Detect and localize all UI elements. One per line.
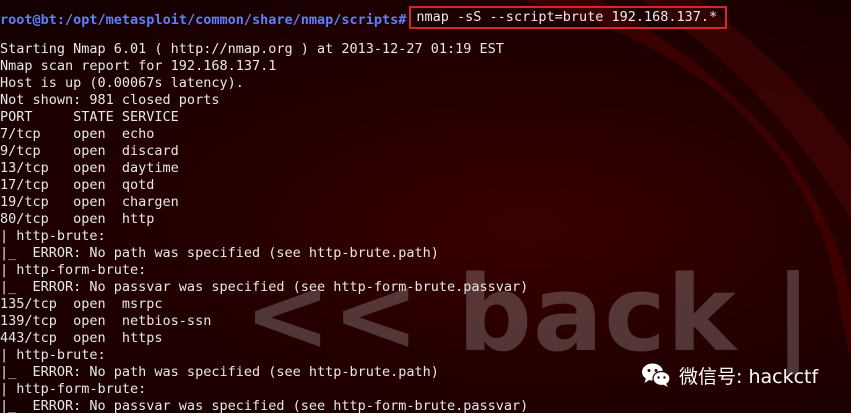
output-line: 443/tcp open https	[0, 330, 163, 346]
output-line: 139/tcp open netbios-ssn	[0, 313, 212, 329]
terminal-window[interactable]: << back | trac root@bt:/opt/metasploit/c…	[0, 0, 851, 413]
output-line: 80/tcp open http	[0, 211, 155, 227]
shell-prompt: root@bt:/opt/metasploit/common/share/nma…	[0, 6, 728, 29]
output-line: PORT STATE SERVICE	[0, 109, 179, 125]
command-output: Starting Nmap 6.01 ( http://nmap.org ) a…	[0, 41, 528, 413]
wechat-watermark: 微信号: hackctf	[641, 357, 841, 393]
prompt-user-host: root@bt	[0, 12, 57, 28]
output-line: Starting Nmap 6.01 ( http://nmap.org ) a…	[0, 41, 504, 57]
highlighted-command: nmap -sS --script=brute 192.168.137.*	[409, 6, 728, 29]
output-line: |_ ERROR: No path was specified (see htt…	[0, 364, 439, 380]
output-line: | http-brute:	[0, 347, 106, 363]
output-line: Host is up (0.00067s latency).	[0, 75, 244, 91]
output-line: | http-brute:	[0, 228, 106, 244]
output-line: | http-form-brute:	[0, 381, 147, 397]
output-line: |_ ERROR: No passvar was specified (see …	[0, 279, 529, 295]
output-line: 19/tcp open chargen	[0, 194, 179, 210]
output-line: |_ ERROR: No path was specified (see htt…	[0, 245, 439, 261]
output-line: |_ ERROR: No passvar was specified (see …	[0, 398, 529, 413]
output-line: Not shown: 981 closed ports	[0, 92, 220, 108]
output-line: 9/tcp open discard	[0, 143, 179, 159]
prompt-path: :/opt/metasploit/common/share/nmap/scrip…	[56, 12, 407, 28]
output-line: 17/tcp open qotd	[0, 177, 155, 193]
output-line: 135/tcp open msrpc	[0, 296, 163, 312]
output-line: Nmap scan report for 192.168.137.1	[0, 58, 277, 74]
output-line: 13/tcp open daytime	[0, 160, 179, 176]
output-line: 7/tcp open echo	[0, 126, 155, 142]
wechat-icon	[642, 363, 671, 387]
output-line: | http-form-brute:	[0, 262, 147, 278]
wechat-id-label: 微信号: hackctf	[679, 365, 819, 388]
